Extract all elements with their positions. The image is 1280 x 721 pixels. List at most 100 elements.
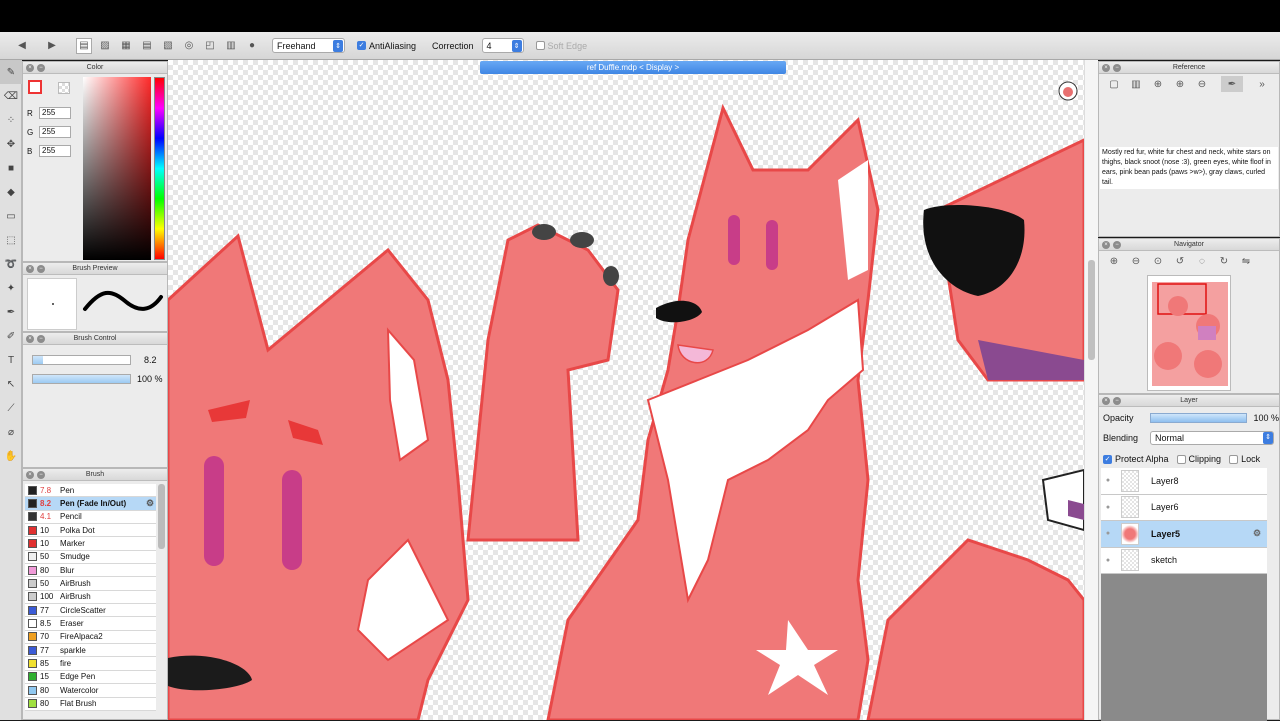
brush-list-item[interactable]: 7.8 Pen — [25, 484, 156, 498]
document-tab[interactable]: ref Duffle.mdp < Display > — [480, 61, 786, 74]
visibility-icon[interactable]: ● — [1101, 530, 1115, 537]
zoom-fit-icon[interactable]: ⊕ — [1147, 76, 1169, 92]
brush-opacity-slider[interactable] — [32, 374, 131, 384]
select-tool-icon[interactable]: ⬚ — [0, 228, 22, 252]
layer-row[interactable]: ● sketch — [1101, 547, 1267, 574]
zoom-out-icon[interactable]: ⊖ — [1191, 76, 1213, 92]
dot-brush-tool-icon[interactable]: ⁘ — [0, 108, 22, 132]
eraser-tool-icon[interactable]: ⌫ — [0, 84, 22, 108]
grid-8-icon[interactable]: ▦ — [118, 38, 134, 54]
primary-color-swatch[interactable] — [28, 80, 42, 94]
layer-row[interactable]: ● Layer8 — [1101, 468, 1267, 495]
grid-icon[interactable]: ▨ — [97, 38, 113, 54]
transparent-color-swatch[interactable] — [58, 82, 70, 94]
select-eraser-tool-icon[interactable]: ✐ — [0, 324, 22, 348]
divide-tool-icon[interactable]: ⟋ — [0, 396, 22, 420]
gear-icon[interactable]: ⚙ — [146, 498, 156, 509]
clipping-checkbox[interactable] — [1176, 454, 1186, 464]
perspective-grid-icon[interactable]: ▤ — [139, 38, 155, 54]
brush-list-item[interactable]: 70 FireAlpaca2 — [25, 630, 156, 645]
canvas-vertical-scrollbar[interactable] — [1084, 60, 1098, 720]
undo-icon[interactable]: ◀ — [14, 38, 30, 54]
collapse-icon[interactable]: − — [1113, 397, 1121, 405]
close-icon[interactable]: × — [26, 265, 34, 273]
dot-snap-icon[interactable]: ● — [244, 38, 260, 54]
navigator-thumbnail[interactable] — [1147, 275, 1231, 391]
close-icon[interactable]: × — [1102, 64, 1110, 72]
brush-list-item[interactable]: 10 Marker — [25, 537, 156, 551]
b-input[interactable]: 255 — [39, 145, 71, 157]
layer-row[interactable]: ● Layer5 ⚙ — [1101, 521, 1267, 548]
redo-icon[interactable]: ▶ — [44, 38, 60, 54]
rotate-reset-icon[interactable]: ◌ — [1191, 253, 1213, 269]
flip-horizontal-icon[interactable]: ⇋ — [1235, 253, 1257, 269]
brush-list-item[interactable]: 100 AirBrush — [25, 590, 156, 605]
visibility-icon[interactable]: ● — [1101, 557, 1115, 564]
lasso-tool-icon[interactable]: ➰ — [0, 252, 22, 276]
rotate-right-icon[interactable]: ↻ — [1213, 253, 1235, 269]
curve-snap-icon[interactable]: ▥ — [223, 38, 239, 54]
bucket-tool-icon[interactable]: ◆ — [0, 180, 22, 204]
text-tool-icon[interactable]: T — [0, 348, 22, 372]
more-icon[interactable]: » — [1251, 76, 1273, 92]
brush-list-item[interactable]: 77 sparkle — [25, 644, 156, 658]
parallel-snap-icon[interactable]: ▧ — [160, 38, 176, 54]
collapse-icon[interactable]: − — [37, 64, 45, 72]
saturation-value-picker[interactable] — [83, 77, 151, 260]
blending-select[interactable]: Normal ⇕ — [1150, 431, 1275, 445]
brush-list-scrollbar[interactable] — [158, 484, 165, 549]
brush-list-item[interactable]: 80 Blur — [25, 564, 156, 578]
brush-list-item[interactable]: 80 Watercolor — [25, 684, 156, 698]
fill-rect-tool-icon[interactable]: ■ — [0, 156, 22, 180]
pen-tool-icon[interactable]: ✎ — [0, 60, 22, 84]
zoom-fit-icon[interactable]: ⊙ — [1147, 253, 1169, 269]
new-document-icon[interactable]: ▢ — [1103, 76, 1125, 92]
antialiasing-checkbox[interactable]: ✓ AntiAliasing — [357, 41, 416, 51]
protect-alpha-checkbox[interactable]: ✓ — [1103, 454, 1112, 464]
operation-tool-icon[interactable]: ↖ — [0, 372, 22, 396]
gear-icon[interactable]: ⚙ — [1253, 528, 1267, 539]
visibility-icon[interactable]: ● — [1101, 477, 1115, 484]
visibility-icon[interactable]: ● — [1101, 504, 1115, 511]
hand-tool-icon[interactable]: ✋ — [0, 444, 22, 468]
layer-opacity-slider[interactable] — [1149, 413, 1248, 423]
selection-show-icon[interactable]: ▤ — [76, 37, 92, 54]
brush-list-item[interactable]: 80 Flat Brush — [25, 697, 156, 711]
layer-row[interactable]: ● Layer6 — [1101, 494, 1267, 521]
zoom-out-icon[interactable]: ⊖ — [1125, 253, 1147, 269]
close-icon[interactable]: × — [1102, 397, 1110, 405]
trash-icon[interactable]: ▥ — [1125, 76, 1147, 92]
brush-list-item[interactable]: 50 Smudge — [25, 550, 156, 565]
select-pen-tool-icon[interactable]: ✒ — [0, 300, 22, 324]
eyedropper-tool-icon[interactable]: ⌀ — [0, 420, 22, 444]
brush-size-slider[interactable] — [32, 355, 131, 365]
g-input[interactable]: 255 — [39, 126, 71, 138]
brush-list-item[interactable]: 15 Edge Pen — [25, 670, 156, 685]
eyedropper-icon[interactable]: ✒ — [1221, 76, 1243, 92]
r-input[interactable]: 255 — [39, 107, 71, 119]
close-icon[interactable]: × — [1102, 241, 1110, 249]
collapse-icon[interactable]: − — [37, 265, 45, 273]
scrollbar-thumb[interactable] — [1088, 260, 1095, 360]
hue-slider[interactable] — [154, 77, 165, 260]
brush-list-item[interactable]: 77 CircleScatter — [25, 604, 156, 618]
brush-list-item[interactable]: 10 Polka Dot — [25, 524, 156, 538]
collapse-icon[interactable]: − — [37, 471, 45, 479]
gradient-tool-icon[interactable]: ▭ — [0, 204, 22, 228]
brush-list-item[interactable]: 4.1 Pencil — [25, 510, 156, 525]
drawing-canvas[interactable]: ref Duffle.mdp < Display > — [168, 60, 1098, 720]
brush-list-item[interactable]: 85 fire — [25, 657, 156, 671]
lock-checkbox[interactable] — [1229, 454, 1239, 464]
correction-select[interactable]: 4 ⇕ — [481, 38, 524, 53]
brush-list-item[interactable]: 8.5 Eraser — [25, 617, 156, 631]
zoom-in-icon[interactable]: ⊕ — [1169, 76, 1191, 92]
circle-snap-icon[interactable]: ◎ — [181, 38, 197, 54]
collapse-icon[interactable]: − — [1113, 64, 1121, 72]
collapse-icon[interactable]: − — [37, 335, 45, 343]
close-icon[interactable]: × — [26, 335, 34, 343]
zoom-in-icon[interactable]: ⊕ — [1103, 253, 1125, 269]
brush-list-item[interactable]: 50 AirBrush — [25, 577, 156, 591]
radial-snap-icon[interactable]: ◰ — [202, 38, 218, 54]
soft-edge-checkbox[interactable]: Soft Edge — [535, 41, 587, 51]
move-tool-icon[interactable]: ✥ — [0, 132, 22, 156]
